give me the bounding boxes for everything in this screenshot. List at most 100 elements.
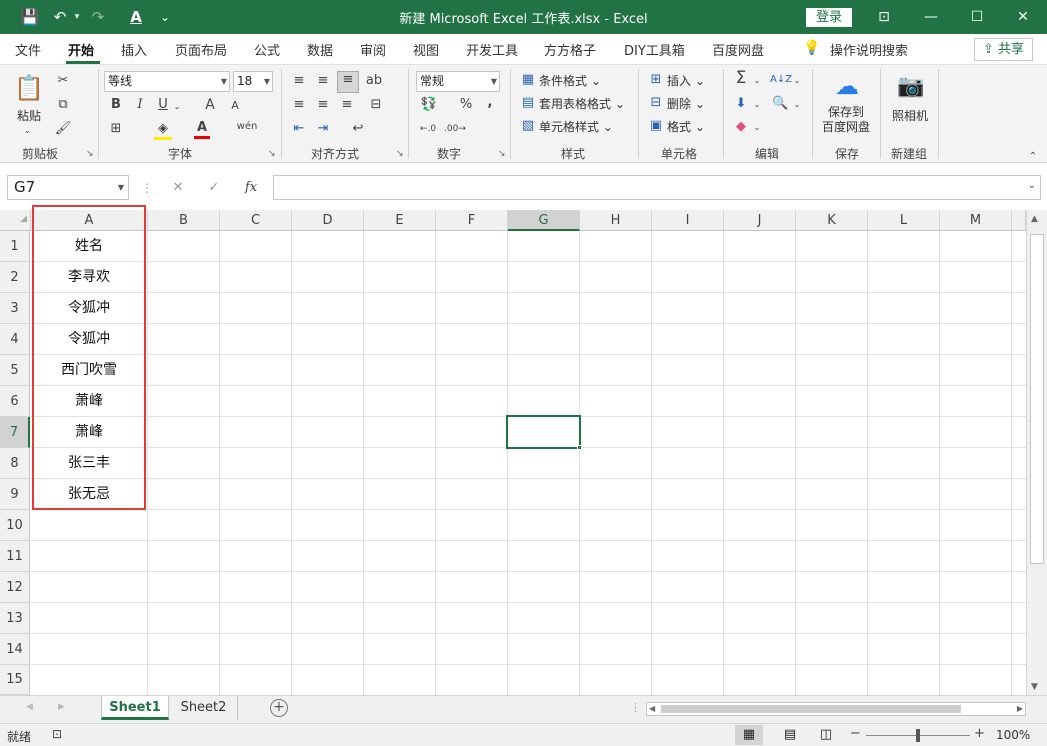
format-cells-icon[interactable]: ▣	[648, 118, 664, 134]
formula-input[interactable]: ⌄	[273, 175, 1041, 200]
tab-split-handle-icon[interactable]: ⋮	[630, 701, 641, 714]
align-right-icon[interactable]: ≡	[338, 97, 356, 113]
column-header-c[interactable]: C	[220, 210, 292, 231]
scroll-left-icon[interactable]: ◀	[649, 703, 655, 715]
format-as-table-icon[interactable]: ▤	[520, 95, 536, 111]
format-as-table-button[interactable]: 套用表格格式 ⌄	[539, 95, 625, 112]
camera-icon[interactable]: 📷	[896, 73, 926, 101]
row-header-8[interactable]: 8	[0, 448, 30, 479]
sheet-scroll-right-icon[interactable]: ▶	[58, 702, 65, 712]
copy-icon[interactable]: ⧉	[54, 97, 72, 113]
increase-indent-icon[interactable]: ⇥	[314, 121, 332, 137]
undo-icon[interactable]: ↶	[50, 7, 70, 27]
sheet-tab-sheet2[interactable]: Sheet2	[170, 696, 238, 720]
zoom-slider-thumb[interactable]	[916, 729, 920, 742]
font-color-quick-icon[interactable]: A	[126, 7, 146, 27]
orientation-icon[interactable]: ab	[365, 73, 383, 89]
insert-cells-button[interactable]: 插入 ⌄	[667, 72, 705, 89]
sort-filter-button[interactable]: A↓Z	[770, 72, 792, 88]
cancel-icon[interactable]: ✕	[168, 180, 188, 196]
align-top-icon[interactable]: ≡	[290, 73, 308, 89]
camera-button[interactable]: 照相机	[892, 107, 928, 124]
maximize-icon[interactable]: ☐	[957, 4, 997, 30]
tell-me-search[interactable]: 操作说明搜索	[830, 40, 908, 59]
row-header-13[interactable]: 13	[0, 603, 30, 634]
decrease-indent-icon[interactable]: ⇤	[290, 121, 308, 137]
number-format-select[interactable]: 常规 ▼	[416, 71, 500, 92]
cell-styles-button[interactable]: 单元格样式 ⌄	[539, 118, 613, 135]
align-middle-icon[interactable]: ≡	[314, 73, 332, 89]
autosum-dropdown-icon[interactable]: ⌄	[752, 73, 762, 89]
tab-view[interactable]: 视图	[413, 40, 439, 59]
tab-home[interactable]: 开始	[68, 40, 94, 59]
login-button[interactable]: 登录	[806, 8, 852, 27]
align-bottom-icon[interactable]: ≡	[337, 71, 359, 93]
tab-data[interactable]: 数据	[307, 40, 333, 59]
column-header-g[interactable]: G	[508, 210, 580, 231]
scroll-up-icon[interactable]: ▲	[1031, 214, 1038, 224]
clear-icon[interactable]: ◆	[733, 119, 749, 135]
column-header-m[interactable]: M	[940, 210, 1012, 231]
insert-cells-icon[interactable]: ⊞	[648, 72, 664, 88]
column-header-l[interactable]: L	[868, 210, 940, 231]
underline-button[interactable]: U	[155, 97, 171, 113]
shrink-font-button[interactable]: A	[227, 98, 243, 114]
zoom-level[interactable]: 100%	[996, 728, 1030, 742]
column-header-i[interactable]: I	[652, 210, 724, 231]
bold-button[interactable]: B	[108, 97, 124, 113]
save-icon[interactable]: 💾	[18, 7, 42, 27]
close-icon[interactable]: ✕	[1003, 4, 1043, 30]
tab-fangfang[interactable]: 方方格子	[544, 40, 596, 59]
lightbulb-icon[interactable]: 💡	[803, 40, 820, 56]
tab-diy-toolbox[interactable]: DIY工具箱	[624, 40, 685, 59]
fill-color-icon[interactable]: ◈	[154, 121, 172, 140]
font-size-select[interactable]: 18 ▼	[233, 71, 273, 92]
increase-decimal-icon[interactable]: ←.0	[418, 121, 438, 137]
grow-font-button[interactable]: A	[202, 97, 218, 113]
row-header-7[interactable]: 7	[0, 417, 30, 448]
delete-cells-button[interactable]: 删除 ⌄	[667, 95, 705, 112]
add-sheet-icon[interactable]: +	[270, 699, 288, 717]
sheet-tab-sheet1[interactable]: Sheet1	[101, 696, 169, 720]
accounting-format-icon[interactable]: 💱	[418, 97, 440, 113]
fill-dropdown-icon[interactable]: ⌄	[752, 97, 762, 113]
find-select-icon[interactable]: 🔍	[772, 96, 788, 112]
horizontal-scroll-thumb[interactable]	[661, 705, 961, 713]
autosum-button[interactable]: Σ	[732, 70, 750, 87]
row-header-1[interactable]: 1	[0, 231, 30, 262]
save-to-baidu-button[interactable]: 保存到 百度网盘	[822, 105, 870, 135]
tab-developer[interactable]: 开发工具	[466, 40, 518, 59]
decrease-decimal-icon[interactable]: .00→	[444, 121, 466, 137]
italic-button[interactable]: I	[132, 97, 148, 113]
column-header-b[interactable]: B	[148, 210, 220, 231]
column-header-d[interactable]: D	[292, 210, 364, 231]
page-break-preview-icon[interactable]: ◫	[814, 725, 838, 745]
tab-insert[interactable]: 插入	[121, 40, 147, 59]
row-header-14[interactable]: 14	[0, 634, 30, 665]
tab-formulas[interactable]: 公式	[254, 40, 280, 59]
row-header-11[interactable]: 11	[0, 541, 30, 572]
borders-icon[interactable]: ⊞	[108, 121, 124, 137]
conditional-formatting-icon[interactable]: ▦	[520, 72, 536, 88]
page-layout-view-icon[interactable]: ▤	[778, 725, 802, 745]
clear-dropdown-icon[interactable]: ⌄	[752, 120, 762, 136]
row-header-9[interactable]: 9	[0, 479, 30, 510]
column-header-f[interactable]: F	[436, 210, 508, 231]
vertical-scroll-thumb[interactable]	[1030, 234, 1044, 564]
phonetic-guide-button[interactable]: wén	[236, 119, 258, 135]
row-header-2[interactable]: 2	[0, 262, 30, 293]
sort-filter-dropdown-icon[interactable]: ⌄	[792, 73, 802, 89]
row-header-4[interactable]: 4	[0, 324, 30, 355]
minimize-icon[interactable]: —	[911, 4, 951, 30]
ribbon-display-options-icon[interactable]: ⊡	[864, 4, 904, 30]
scroll-down-icon[interactable]: ▼	[1031, 682, 1038, 692]
column-header-h[interactable]: H	[580, 210, 652, 231]
redo-icon[interactable]: ↷	[88, 7, 108, 27]
sheet-scroll-left-icon[interactable]: ◀	[26, 702, 33, 712]
paste-dropdown-icon[interactable]: ⌄	[24, 123, 31, 139]
number-launcher-icon[interactable]: ↘	[498, 149, 506, 159]
tab-page-layout[interactable]: 页面布局	[175, 40, 227, 59]
column-header-j[interactable]: J	[724, 210, 796, 231]
enter-icon[interactable]: ✓	[204, 180, 224, 196]
fill-icon[interactable]: ⬇	[733, 96, 749, 112]
